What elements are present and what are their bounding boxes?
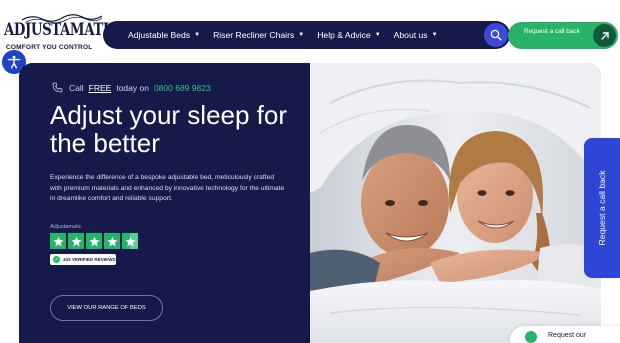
nav-item-adjustable-beds[interactable]: Adjustable Beds ▼ <box>128 30 200 40</box>
verified-reviews-text: 333 VERIFIED REVIEWS <box>63 257 116 262</box>
star-icon <box>68 233 84 249</box>
trustpilot-label: Adjustamatic <box>50 224 82 230</box>
nav-item-label: About us <box>393 30 428 40</box>
hero-content: Call FREE today on 0800 689 9823 Adjust … <box>19 63 310 343</box>
chevron-down-icon: ▼ <box>374 32 381 38</box>
request-bubble-label: Request our <box>548 332 587 339</box>
couple-in-bed-illustration <box>310 63 601 343</box>
side-callback-tab[interactable]: Request a call back <box>584 138 620 278</box>
side-callback-label: Request a call back <box>597 170 607 246</box>
nav-item-label: Help & Advice <box>317 30 371 40</box>
hero-headline: Adjust your sleep for the better <box>50 100 288 158</box>
brand-name: ADJUSTAMATIC <box>4 20 119 40</box>
nav-item-help-advice[interactable]: Help & Advice ▼ <box>317 30 380 40</box>
request-callback-label: Request a call back <box>524 28 580 35</box>
chevron-down-icon: ▼ <box>298 32 305 38</box>
star-icon <box>104 233 120 249</box>
request-callback-button[interactable]: Request a call back <box>508 22 618 49</box>
trustpilot-stars[interactable] <box>50 233 140 249</box>
nav-item-about-us[interactable]: About us ▼ <box>394 30 438 40</box>
view-range-button[interactable]: VIEW OUR RANGE OF BEDS <box>50 295 163 321</box>
phone-number-link[interactable]: 0800 689 9823 <box>154 83 211 93</box>
hero-image <box>310 63 601 343</box>
verified-reviews-badge: ✓ 333 VERIFIED REVIEWS <box>50 254 116 265</box>
check-icon: ✓ <box>53 256 60 263</box>
nav-item-label: Riser Recliner Chairs <box>213 30 295 40</box>
nav-item-riser-recliner-chairs[interactable]: Riser Recliner Chairs ▼ <box>213 30 304 40</box>
call-prefix: Call <box>69 82 84 93</box>
chevron-down-icon: ▼ <box>194 32 201 38</box>
call-line: Call FREE today on 0800 689 9823 <box>52 82 211 93</box>
nav-item-label: Adjustable Beds <box>128 30 191 40</box>
call-free: FREE <box>88 82 112 93</box>
star-half-icon <box>122 233 138 249</box>
main-nav: Adjustable Beds ▼ Riser Recliner Chairs ▼ … <box>103 21 510 49</box>
star-icon <box>86 233 102 249</box>
phone-icon <box>52 82 63 93</box>
star-icon <box>50 233 66 249</box>
search-icon <box>490 29 502 41</box>
hero-section: Call FREE today on 0800 689 9823 Adjust … <box>19 63 601 343</box>
search-button[interactable] <box>484 23 508 47</box>
arrow-up-right-icon <box>593 24 616 47</box>
page: ADJUSTAMATIC COMFORT YOU CONTROL Adjusta… <box>0 0 620 343</box>
brand-tagline: COMFORT YOU CONTROL <box>6 44 93 51</box>
call-mid: today on <box>116 82 149 93</box>
brochure-icon <box>525 331 537 343</box>
request-bubble[interactable]: Request our <box>510 326 620 343</box>
chevron-down-icon: ▼ <box>431 32 438 38</box>
hero-description: Experience the difference of a bespoke a… <box>50 174 285 202</box>
brand-logo[interactable]: ADJUSTAMATIC COMFORT YOU CONTROL <box>4 10 119 56</box>
